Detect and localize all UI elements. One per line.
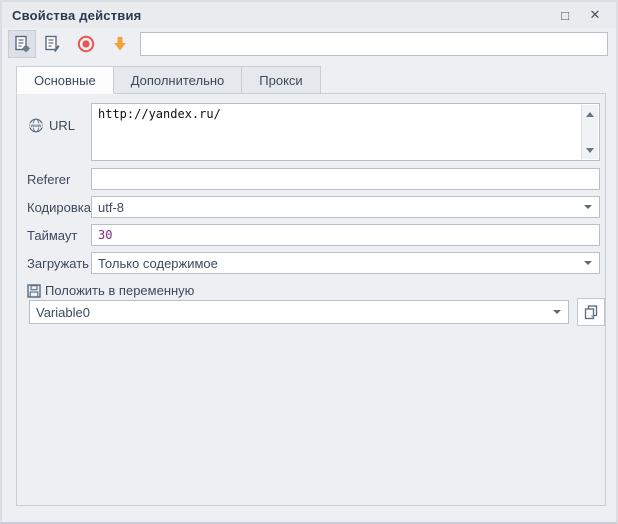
url-label: www URL [27,118,75,133]
url-textarea[interactable]: http://yandex.ru/ [91,103,600,161]
window-title: Свойства действия [12,8,141,23]
window-controls: □ ✕ [554,5,606,25]
action-properties-dialog: Свойства действия □ ✕ [0,0,618,524]
tab-proxy[interactable]: Прокси [241,66,320,94]
tab-panel-main: www URL http://yandex.ru/ Referer Кодиро… [16,93,606,506]
encoding-label: Кодировка [27,200,91,215]
document-gear-icon [13,35,31,53]
maximize-button[interactable]: □ [554,5,576,25]
action-name-input[interactable] [140,32,608,56]
url-scrollbar[interactable] [581,105,598,159]
copy-icon [583,304,599,320]
toolbar [2,28,616,62]
www-globe-icon: www [27,118,45,133]
title-bar: Свойства действия □ ✕ [2,2,616,28]
load-mode-select[interactable]: Только содержимое [91,252,600,274]
action-properties-button[interactable] [8,30,36,58]
encoding-select[interactable]: utf-8 [91,196,600,218]
referer-input[interactable] [91,168,600,190]
floppy-disk-icon [27,284,41,298]
down-arrow-icon [111,35,129,53]
url-value: http://yandex.ru/ [98,107,577,157]
record-button[interactable] [72,30,100,58]
variable-value: Variable0 [36,305,90,320]
encoding-value: utf-8 [98,200,124,215]
chevron-down-icon [584,205,592,209]
chevron-down-icon [584,261,592,265]
close-button[interactable]: ✕ [584,5,606,25]
document-edit-icon [43,35,61,53]
save-to-variable-label: Положить в переменную [27,283,194,298]
load-mode-value: Только содержимое [98,256,218,271]
chevron-down-icon [553,310,561,314]
timeout-label: Таймаут [27,228,77,243]
tab-bar: Основные Дополнительно Прокси [16,66,616,94]
record-icon [77,35,95,53]
load-mode-label: Загружать [27,256,89,271]
scroll-up-icon[interactable] [582,106,598,122]
tab-main[interactable]: Основные [16,66,114,94]
insert-down-button[interactable] [106,30,134,58]
tab-additional[interactable]: Дополнительно [113,66,243,94]
scroll-down-icon[interactable] [582,142,598,158]
referer-label: Referer [27,172,70,187]
action-edit-button[interactable] [38,30,66,58]
svg-text:www: www [30,123,42,128]
variable-select[interactable]: Variable0 [29,300,569,324]
copy-variable-button[interactable] [577,298,605,326]
timeout-input[interactable] [91,224,600,246]
